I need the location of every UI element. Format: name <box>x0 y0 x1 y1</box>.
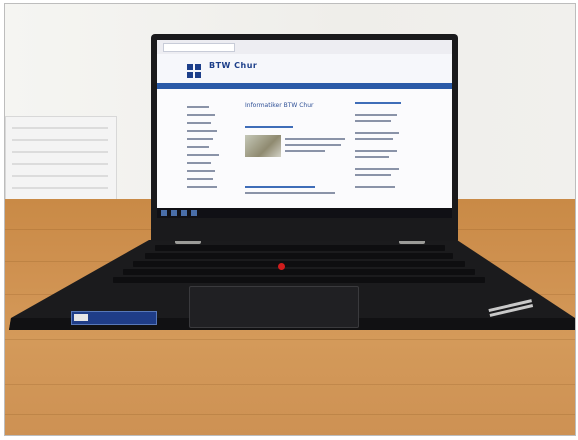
browser-tabbar <box>157 40 452 55</box>
windows-taskbar <box>157 208 452 218</box>
site-navbar <box>157 83 452 89</box>
laptop-lid: BTW Chur Informatiker BTW Chur <box>151 34 458 241</box>
laptop-screen: BTW Chur Informatiker BTW Chur <box>157 40 452 218</box>
site-header <box>157 54 452 84</box>
trackpoint <box>278 263 285 270</box>
touchpad <box>189 286 359 328</box>
page-heading: Informatiker BTW Chur <box>245 102 314 109</box>
article-image <box>245 135 281 157</box>
photo: BTW Chur Informatiker BTW Chur <box>4 3 576 436</box>
intel-sticker <box>71 311 157 325</box>
site-name: BTW Chur <box>209 61 258 70</box>
